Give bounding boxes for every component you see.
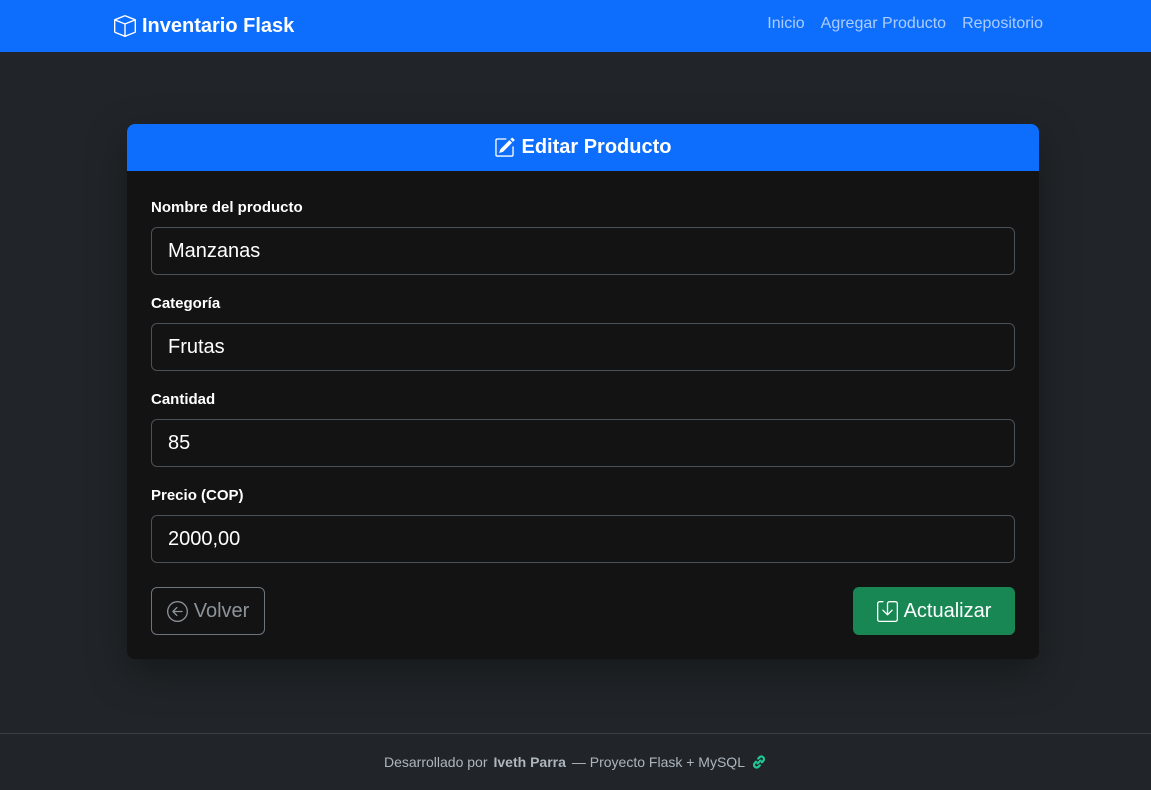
footer-author: Iveth Parra (493, 754, 566, 770)
footer-prefix: Desarrollado por (384, 754, 488, 770)
edit-product-card: Editar Producto Nombre del producto Cate… (127, 124, 1039, 659)
save-down-arrow-icon (876, 600, 898, 622)
pencil-square-icon (495, 137, 516, 157)
page-title: Editar Producto (521, 136, 672, 158)
navbar: Inventario Flask Inicio Agregar Producto… (0, 0, 1151, 52)
footer: Desarrollado por Iveth Parra — Proyecto … (0, 733, 1151, 790)
quantity-label: Cantidad (151, 391, 216, 408)
brand-link[interactable]: Inventario Flask (114, 13, 294, 39)
link-icon (752, 755, 766, 769)
price-input[interactable] (151, 515, 1015, 563)
nav-link-agregar-producto[interactable]: Agregar Producto (821, 15, 946, 33)
category-label: Categoría (151, 295, 221, 312)
back-button-label: Volver (193, 599, 250, 622)
category-input[interactable] (151, 323, 1015, 371)
footer-suffix: — Proyecto Flask + MySQL (571, 754, 745, 770)
nav-link-inicio[interactable]: Inicio (767, 15, 804, 33)
product-name-input[interactable] (151, 227, 1015, 275)
price-label: Precio (COP) (151, 487, 244, 504)
nav-links: Inicio Agregar Producto Repositorio (767, 15, 1043, 33)
update-button-label: Actualizar (903, 599, 992, 622)
update-button[interactable]: Actualizar (853, 587, 1015, 635)
product-name-label: Nombre del producto (151, 199, 303, 216)
quantity-input[interactable] (151, 419, 1015, 467)
brand-title: Inventario Flask (142, 14, 295, 37)
back-button[interactable]: Volver (151, 587, 265, 635)
card-header: Editar Producto (127, 124, 1039, 171)
box-icon (114, 15, 136, 37)
nav-link-repositorio[interactable]: Repositorio (962, 15, 1043, 33)
arrow-left-circle-icon (166, 600, 188, 622)
